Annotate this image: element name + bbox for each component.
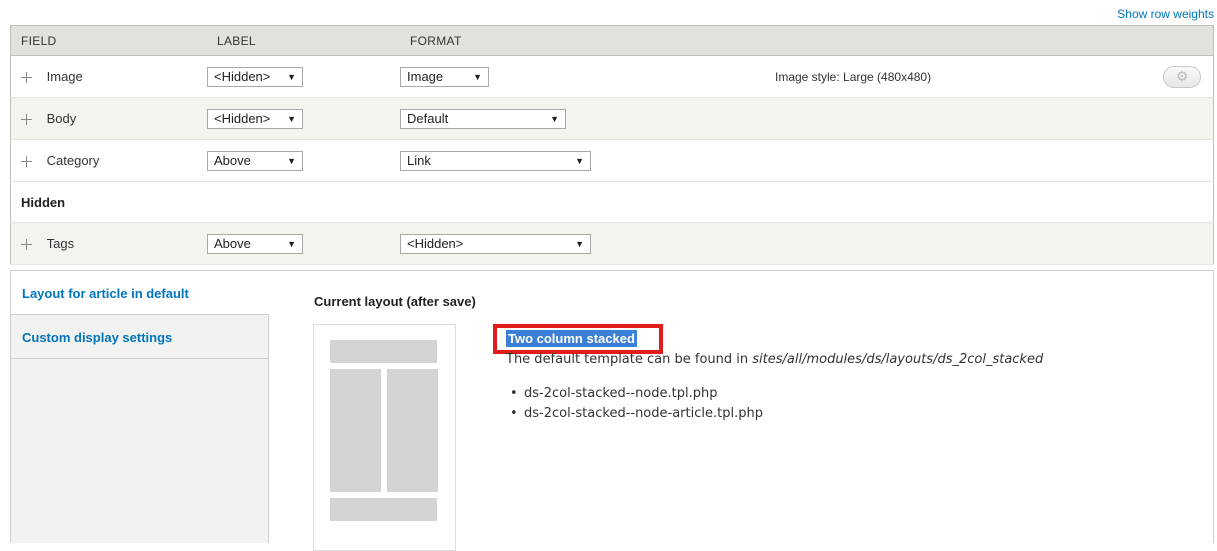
field-name: Category	[46, 153, 100, 169]
table-row: Image <Hidden> ▼ Image ▼ Image style: Larg…	[10, 55, 1214, 98]
drag-handle-icon[interactable]	[21, 113, 32, 125]
format-select[interactable]: Image ▼	[400, 66, 489, 87]
preview-footer-block	[330, 498, 437, 521]
format-select[interactable]: Default ▼	[400, 108, 566, 129]
dropdown-arrow-icon: ▼	[575, 155, 584, 166]
format-select[interactable]: Link ▼	[400, 150, 591, 171]
tab-custom-display-settings[interactable]: Custom display settings	[11, 315, 268, 359]
field-cell: Category	[10, 139, 207, 182]
layout-preview-image	[313, 324, 456, 551]
region-row-hidden: Hidden	[10, 181, 1214, 223]
preview-header-block	[330, 340, 437, 363]
field-name: Body	[46, 111, 77, 127]
gear-icon[interactable]: ⚙	[1163, 65, 1201, 88]
field-cell: Body	[10, 97, 207, 140]
region-title: Hidden	[10, 181, 1214, 223]
dropdown-arrow-icon: ▼	[473, 71, 482, 82]
header-format: FORMAT	[400, 25, 1214, 56]
list-item: ds-2col-stacked--node-article.tpl.php	[506, 406, 763, 426]
label-select[interactable]: <Hidden> ▼	[207, 108, 303, 129]
template-description-text: The default template can be found in	[506, 352, 753, 367]
dropdown-arrow-icon: ▼	[287, 113, 296, 124]
tab-layout-for-article[interactable]: Layout for article in default	[11, 271, 269, 315]
field-cell: Tags	[10, 222, 207, 265]
dropdown-arrow-icon: ▼	[287, 238, 296, 249]
header-label: LABEL	[207, 25, 400, 56]
drag-handle-icon[interactable]	[21, 238, 32, 250]
table-row: Body <Hidden> ▼ Default ▼	[10, 97, 1214, 140]
template-suggestions-list: ds-2col-stacked--node.tpl.php ds-2col-st…	[506, 386, 763, 426]
current-layout-title: Current layout (after save)	[314, 294, 476, 309]
format-cell: <Hidden> ▼	[400, 222, 1214, 265]
show-row-weights-link[interactable]: Show row weights	[1117, 7, 1214, 21]
label-cell: <Hidden> ▼	[207, 97, 400, 140]
format-cell: Default ▼	[400, 97, 1214, 140]
label-cell: Above ▼	[207, 139, 400, 182]
header-field: FIELD	[10, 25, 207, 56]
format-select[interactable]: <Hidden> ▼	[400, 233, 591, 254]
dropdown-arrow-icon: ▼	[550, 113, 559, 124]
layout-name: Two column stacked	[506, 330, 637, 347]
label-select[interactable]: Above ▼	[207, 233, 303, 254]
drag-handle-icon[interactable]	[21, 155, 32, 167]
preview-right-block	[387, 369, 438, 492]
table-row: Category Above ▼ Link ▼	[10, 139, 1214, 182]
label-select[interactable]: Above ▼	[207, 150, 303, 171]
template-description: The default template can be found in sit…	[506, 352, 1043, 367]
format-cell: Link ▼	[400, 139, 1214, 182]
field-name: Tags	[46, 236, 75, 252]
dropdown-arrow-icon: ▼	[287, 71, 296, 82]
field-name: Image	[46, 69, 83, 85]
vertical-tabs: Layout for article in default Custom dis…	[10, 270, 1214, 551]
preview-left-block	[330, 369, 381, 492]
format-cell: Image ▼	[400, 55, 775, 98]
format-summary: Image style: Large (480x480)	[775, 70, 932, 84]
dropdown-arrow-icon: ▼	[575, 238, 584, 249]
table-row: Tags Above ▼ <Hidden> ▼	[10, 222, 1214, 265]
settings-cell: ⚙	[1163, 55, 1214, 98]
layout-pane: Current layout (after save) Two column s…	[269, 271, 1213, 551]
summary-cell: Image style: Large (480x480)	[775, 55, 1163, 98]
label-select[interactable]: <Hidden> ▼	[207, 66, 303, 87]
vertical-tabs-list: Layout for article in default Custom dis…	[11, 271, 269, 543]
template-path: sites/all/modules/ds/layouts/ds_2col_sta…	[752, 352, 1044, 367]
drag-handle-icon[interactable]	[21, 71, 32, 83]
label-cell: Above ▼	[207, 222, 400, 265]
dropdown-arrow-icon: ▼	[287, 155, 296, 166]
field-display-table: FIELD LABEL FORMAT Image <Hidden> ▼ Image…	[10, 25, 1214, 265]
field-cell: Image	[10, 55, 207, 98]
label-cell: <Hidden> ▼	[207, 55, 400, 98]
list-item: ds-2col-stacked--node.tpl.php	[506, 386, 763, 406]
